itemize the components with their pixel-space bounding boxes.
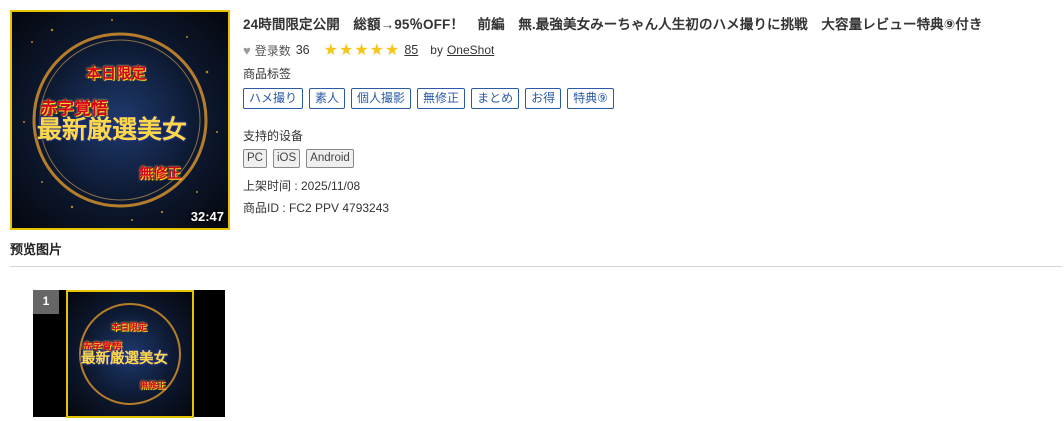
favorites-count: 36 [295, 43, 310, 57]
release-date: 上架时间 : 2025/11/08 [243, 179, 361, 193]
tag-item[interactable]: 特典⑨ [567, 88, 614, 109]
preview-heading: 预览图片 [10, 242, 63, 257]
tags-label: 商品标签 [243, 67, 292, 81]
preview-image-item[interactable]: 本日限定 赤字覚悟 最新厳選美女 無修正 1 [33, 290, 225, 418]
preview-art-headline: 最新厳選美女 [81, 351, 168, 367]
preview-index-badge: 1 [33, 290, 59, 314]
heart-icon[interactable]: ♥ [243, 43, 251, 58]
tag-item[interactable]: ハメ撮り [243, 88, 304, 109]
tag-list: ハメ撮り 素人 個人撮影 無修正 まとめ お得 特典⑨ [243, 88, 614, 109]
preview-art-uncensored: 無修正 [140, 381, 166, 391]
devices-label: 支持的设备 [243, 129, 304, 143]
by-label: by [430, 43, 443, 57]
author-link[interactable]: OneShot [447, 43, 494, 57]
art-text-limited: 本日限定 [86, 64, 147, 82]
rating-count-link[interactable]: 85 [404, 43, 418, 57]
product-id: 商品ID : FC2 PPV 4793243 [243, 201, 390, 215]
tag-item[interactable]: 個人撮影 [351, 88, 412, 109]
product-thumbnail[interactable]: 本日限定 赤字覚悟 最新厳選美女 無修正 32:47 [10, 10, 230, 230]
product-title[interactable]: 24時間限定公開 総額→95％OFF！ 前編 無.最強美女みーちゃん人生初のハメ… [243, 13, 983, 33]
section-divider [10, 266, 1062, 267]
device-badge: PC [243, 149, 267, 168]
star-rating-icon: ★★★★★ [323, 42, 401, 59]
duration-badge: 32:47 [190, 209, 224, 224]
preview-art-limited: 本日限定 [111, 323, 148, 333]
tag-item[interactable]: 素人 [309, 88, 346, 109]
art-text-uncensored: 無修正 [139, 166, 181, 182]
meta-row: ♥ 登录数 36 ★★★★★ 85 by OneShot [243, 40, 494, 60]
art-text-headline: 最新厳選美女 [37, 115, 188, 144]
device-badge: iOS [272, 149, 301, 168]
tag-item[interactable]: まとめ [471, 88, 520, 109]
device-list: PC iOS Android [243, 149, 354, 168]
device-badge: Android [306, 149, 354, 168]
preview-thumbnail: 本日限定 赤字覚悟 最新厳選美女 無修正 [66, 290, 194, 418]
tag-item[interactable]: 無修正 [417, 88, 466, 109]
favorites-label: 登录数 [254, 43, 291, 58]
tag-item[interactable]: お得 [525, 88, 562, 109]
